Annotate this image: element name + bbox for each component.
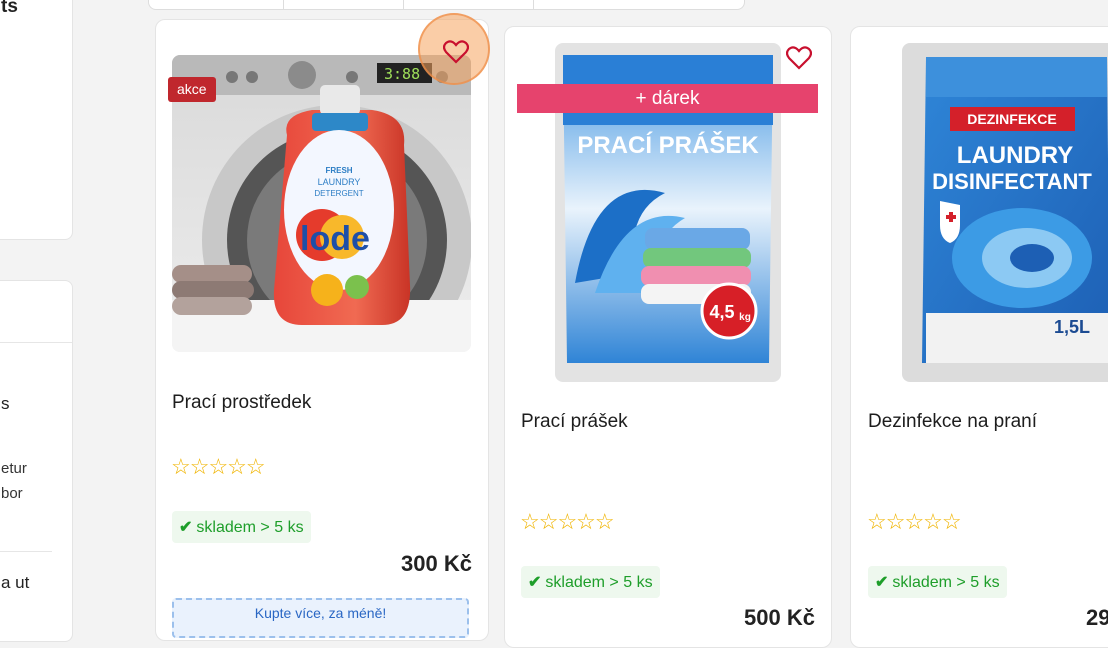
sidebar-filter-card: ts	[0, 0, 73, 240]
product-name[interactable]: Dezinfekce na praní	[868, 411, 1037, 433]
product-name[interactable]: Prací prostředek	[172, 392, 311, 414]
bag-volume: 1,5L	[1054, 317, 1090, 337]
product-card[interactable]: PRACÍ PRÁŠEK 4,5 kg + dárek Prací prášek…	[504, 26, 832, 648]
gift-banner: + dárek	[517, 84, 818, 113]
stock-status: ✔ skladem > 5 ks	[868, 566, 1007, 598]
bag-text: DISINFECTANT	[932, 169, 1092, 194]
washer-display: 3:88	[384, 65, 420, 83]
bulk-discount-banner[interactable]: Kupte více, za méně!	[172, 598, 469, 638]
sidebar-divider	[0, 342, 72, 343]
check-icon: ✔	[528, 574, 542, 591]
sidebar-info-card: s etur bor a ut	[0, 280, 73, 642]
bag-title: PRACÍ PRÁŠEK	[577, 131, 759, 159]
bag-banner: DEZINFEKCE	[967, 111, 1056, 127]
product-card[interactable]: DEZINFEKCE LAUNDRY DISINFECTANT 1,5L Dez…	[850, 26, 1108, 648]
sidebar-bottom-item[interactable]: a ut	[1, 573, 29, 593]
heart-outline-icon[interactable]	[785, 46, 813, 70]
stock-text: skladem > 5 ks	[545, 574, 653, 591]
product-price: 300 Kč	[401, 551, 472, 576]
product-image[interactable]: DEZINFEKCE LAUNDRY DISINFECTANT 1,5L	[902, 43, 1108, 382]
sidebar-heading: ts	[1, 0, 18, 17]
stock-status: ✔ skladem > 5 ks	[172, 511, 311, 543]
brand-logo-text: lode	[300, 220, 370, 258]
tab-separator	[403, 0, 404, 9]
sidebar-text-line: etur	[1, 460, 27, 477]
bottle-text: LAUNDRY	[318, 177, 361, 187]
bag-weight: 4,5	[709, 302, 734, 322]
sidebar-text-line: bor	[1, 485, 23, 502]
product-image[interactable]: 3:88 FRESH LAUNDRY DETERGENT lode	[172, 55, 471, 352]
tab-separator	[533, 0, 534, 9]
sidebar-section-title: s	[1, 394, 10, 413]
check-icon: ✔	[875, 574, 889, 591]
rating-stars[interactable]: ☆☆☆☆☆	[867, 509, 962, 535]
bag-unit: kg	[739, 312, 751, 323]
rating-stars[interactable]: ☆☆☆☆☆	[171, 454, 266, 480]
rating-stars[interactable]: ☆☆☆☆☆	[520, 509, 615, 535]
bottle-text: FRESH	[325, 166, 352, 175]
bag-text: LAUNDRY	[957, 142, 1073, 169]
stock-text: skladem > 5 ks	[196, 519, 304, 536]
product-price: 500 Kč	[744, 605, 815, 630]
sidebar-divider	[0, 551, 52, 552]
tab-separator	[283, 0, 284, 9]
sort-tabs-bar[interactable]	[148, 0, 745, 10]
stock-status: ✔ skladem > 5 ks	[521, 566, 660, 598]
product-card[interactable]: 3:88 FRESH LAUNDRY DETERGENT lode akce P…	[155, 13, 490, 641]
check-icon: ✔	[179, 519, 193, 536]
stock-text: skladem > 5 ks	[892, 574, 1000, 591]
heart-outline-icon[interactable]	[442, 40, 470, 64]
bottle-text: DETERGENT	[314, 189, 363, 198]
product-price: 29	[1086, 605, 1108, 630]
product-name[interactable]: Prací prášek	[521, 411, 628, 433]
sale-badge: akce	[168, 77, 216, 102]
